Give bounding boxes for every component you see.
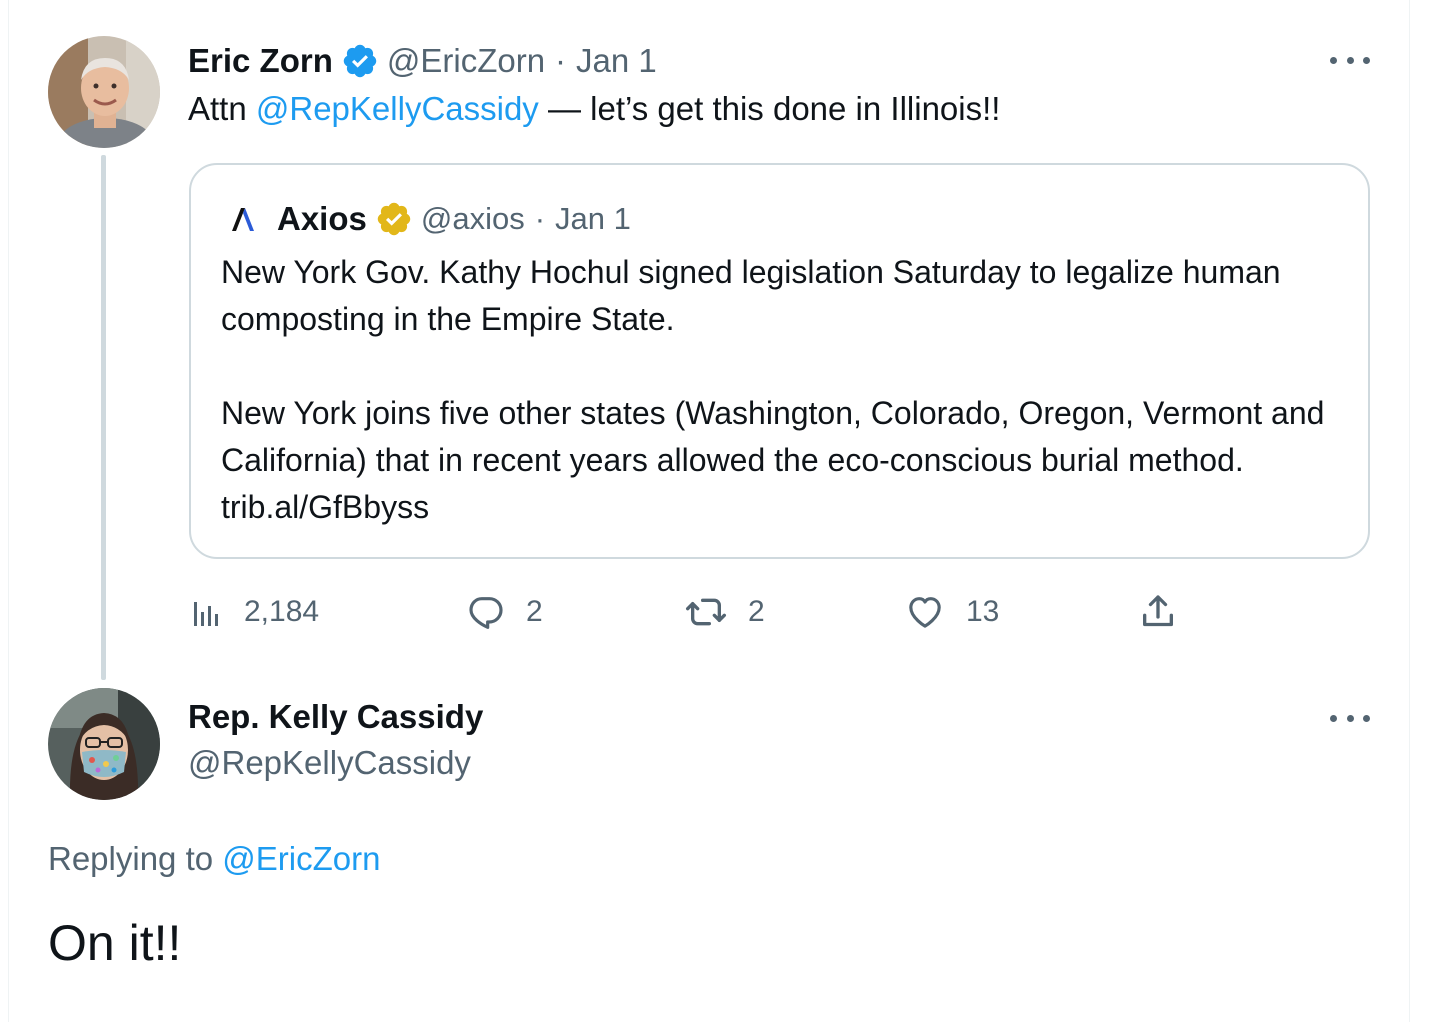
verified-badge-icon — [341, 42, 379, 80]
quoted-handle: @axios — [420, 201, 525, 236]
quoted-author-name: Axios — [277, 200, 367, 237]
tweet1-date[interactable]: Jan 1 — [576, 42, 657, 80]
replying-to-line: Replying to @EricZorn — [48, 840, 380, 878]
reply-button[interactable]: 2 — [466, 588, 543, 636]
tweet1-text-suffix: — let’s get this done in Illinois!! — [538, 90, 1001, 127]
quoted-tweet-header: Axios @axios · Jan 1 — [221, 197, 631, 241]
share-icon — [1143, 595, 1173, 627]
tweet1-handle[interactable]: @EricZorn — [387, 42, 545, 80]
views-chart-icon — [194, 602, 218, 626]
reply-count: 2 — [526, 595, 543, 628]
views-count: 2,184 — [244, 595, 320, 628]
quoted-tweet-body: New York Gov. Kathy Hochul signed legisl… — [221, 249, 1341, 531]
axios-logo-icon — [221, 197, 265, 241]
like-count: 13 — [966, 595, 1000, 628]
tweet1-header: Eric Zorn @EricZorn · Jan 1 — [188, 38, 657, 84]
verified-gold-badge-icon — [375, 200, 413, 238]
quoted-date: Jan 1 — [555, 201, 631, 236]
replying-to-mention[interactable]: @EricZorn — [222, 840, 380, 877]
heart-icon — [909, 597, 941, 628]
quoted-separator: · — [534, 201, 546, 236]
tweet1-separator: · — [555, 42, 567, 79]
tweet2-handle[interactable]: @RepKellyCassidy — [188, 744, 471, 782]
reply-icon — [469, 597, 503, 629]
retweet-button[interactable]: 2 — [684, 588, 765, 636]
kelly-cassidy-avatar[interactable] — [48, 688, 160, 800]
tweet1-author-name[interactable]: Eric Zorn — [188, 42, 333, 80]
quoted-paragraph-1: New York Gov. Kathy Hochul signed legisl… — [221, 254, 1281, 337]
tweet1-text-prefix: Attn — [188, 90, 256, 127]
replying-to-label: Replying to — [48, 840, 223, 877]
share-button[interactable] — [1138, 588, 1178, 636]
retweet-icon — [686, 598, 726, 626]
thread-connector-line — [101, 155, 106, 680]
views-button[interactable]: 2,184 — [188, 588, 319, 636]
retweet-count: 2 — [748, 595, 765, 628]
like-button[interactable]: 13 — [904, 588, 999, 636]
eric-zorn-avatar[interactable] — [48, 36, 160, 148]
quoted-paragraph-2: New York joins five other states (Washin… — [221, 395, 1325, 525]
mention-link[interactable]: @RepKellyCassidy — [256, 90, 539, 127]
tweet2-more-options-icon[interactable] — [1330, 708, 1370, 728]
tweet1-action-bar: 2,184 2 2 13 — [188, 588, 1188, 636]
tweet1-more-options-icon[interactable] — [1330, 50, 1370, 70]
tweet1-text: Attn @RepKellyCassidy — let’s get this d… — [188, 90, 1000, 128]
tweet2-author-name[interactable]: Rep. Kelly Cassidy — [188, 698, 483, 736]
tweet2-text: On it!! — [48, 915, 182, 971]
quoted-tweet-card[interactable]: Axios @axios · Jan 1 New York Gov. Kathy… — [189, 163, 1370, 559]
